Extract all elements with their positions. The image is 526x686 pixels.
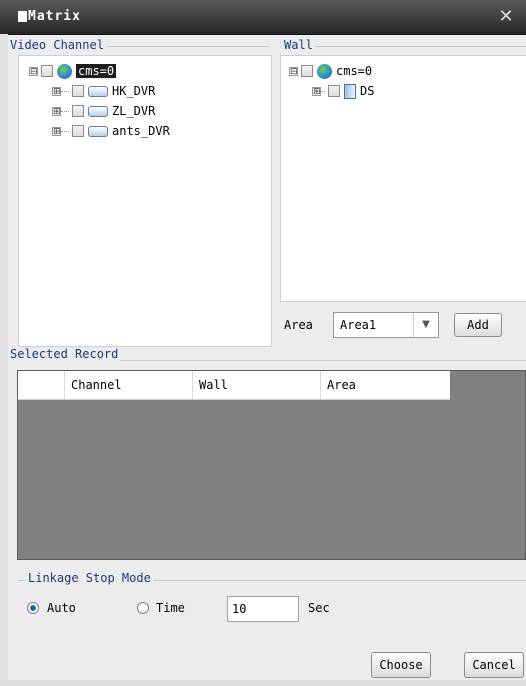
cancel-button[interactable]: Cancel	[464, 652, 524, 678]
dropdown-arrow-icon[interactable]: ▼	[413, 313, 438, 337]
tree-node-ds[interactable]: ⊞ DS	[312, 82, 374, 100]
selected-record-label: Selected Record	[8, 347, 121, 361]
auto-radio-label[interactable]: Auto	[47, 601, 76, 615]
window-title: Matrix	[28, 9, 81, 24]
close-button[interactable]: ✕	[492, 6, 520, 28]
area-select-value: Area1	[340, 318, 377, 332]
choose-button[interactable]: Choose	[371, 652, 431, 678]
tree-node-label[interactable]: ZL_DVR	[112, 104, 155, 118]
time-radio[interactable]	[137, 602, 149, 614]
wall-tree[interactable]: ⊟ cms=0 ⊞ DS	[280, 55, 526, 302]
tree-node-zl-dvr[interactable]: ⊞ ZL_DVR	[52, 102, 155, 120]
tree-node-label[interactable]: cms=0	[336, 64, 372, 78]
tree-node-label[interactable]: cms=0	[76, 64, 117, 78]
tree-connector	[61, 90, 69, 92]
time-radio-label[interactable]: Time	[156, 601, 185, 615]
wall-divider	[280, 46, 526, 47]
checkbox[interactable]	[41, 65, 53, 77]
expand-icon[interactable]: ⊞	[52, 86, 61, 96]
tree-node-label[interactable]: ants_DVR	[112, 124, 170, 138]
tree-node-hk-dvr[interactable]: ⊞ HK_DVR	[52, 82, 155, 100]
video-channel-tree[interactable]: ⊟ cms=0 ⊞ HK_DVR ⊞ ZL_DVR ⊞ ants_DVR	[18, 55, 272, 347]
row-header-column	[18, 371, 64, 399]
checkbox[interactable]	[72, 85, 84, 97]
selected-record-grid[interactable]: Channel Wall Area	[17, 370, 526, 560]
column-header-area[interactable]: Area	[320, 371, 450, 399]
window-bottom-edge	[0, 680, 526, 686]
column-header-wall[interactable]: Wall	[192, 371, 320, 399]
globe-icon	[57, 63, 72, 79]
checkbox[interactable]	[301, 65, 313, 77]
collapse-icon[interactable]: ⊟	[289, 66, 298, 76]
tree-node-label[interactable]: DS	[360, 84, 374, 98]
area-select[interactable]: Area1 ▼	[333, 312, 439, 338]
display-screen-icon	[344, 83, 356, 99]
time-input[interactable]: 10	[227, 596, 299, 622]
globe-icon	[317, 63, 332, 79]
expand-icon[interactable]: ⊞	[312, 86, 321, 96]
area-label: Area	[284, 318, 313, 332]
time-input-value: 10	[232, 602, 247, 616]
matrix-dialog: Matrix ✕ Video Channel ⊟ cms=0 ⊞ HK_DVR …	[0, 0, 526, 686]
window-icon	[18, 11, 27, 22]
title-bar[interactable]: Matrix ✕	[0, 0, 526, 35]
checkbox[interactable]	[72, 105, 84, 117]
expand-icon[interactable]: ⊞	[52, 106, 61, 116]
tree-node-label[interactable]: HK_DVR	[112, 84, 155, 98]
checkbox[interactable]	[328, 85, 340, 97]
add-button[interactable]: Add	[454, 313, 502, 337]
video-channel-label: Video Channel	[8, 38, 106, 52]
collapse-icon[interactable]: ⊟	[29, 66, 38, 76]
tree-node-cms[interactable]: ⊟ cms=0	[29, 62, 117, 80]
dvr-device-icon	[88, 105, 108, 117]
column-header-channel[interactable]: Channel	[64, 371, 192, 399]
linkage-stop-mode-label: Linkage Stop Mode	[26, 571, 153, 585]
expand-icon[interactable]: ⊞	[52, 126, 61, 136]
grid-header: Channel Wall Area	[18, 371, 450, 400]
checkbox[interactable]	[72, 125, 84, 137]
tree-connector	[61, 110, 69, 112]
tree-node-ants-dvr[interactable]: ⊞ ants_DVR	[52, 122, 170, 140]
tree-connector	[61, 130, 69, 132]
tree-connector	[321, 90, 325, 92]
wall-label: Wall	[282, 38, 315, 52]
dvr-device-icon	[88, 125, 108, 137]
tree-node-cms[interactable]: ⊟ cms=0	[289, 62, 372, 80]
seconds-unit-label: Sec	[308, 601, 330, 615]
auto-radio[interactable]	[27, 602, 39, 614]
window-left-edge	[0, 34, 8, 680]
dvr-device-icon	[88, 85, 108, 97]
